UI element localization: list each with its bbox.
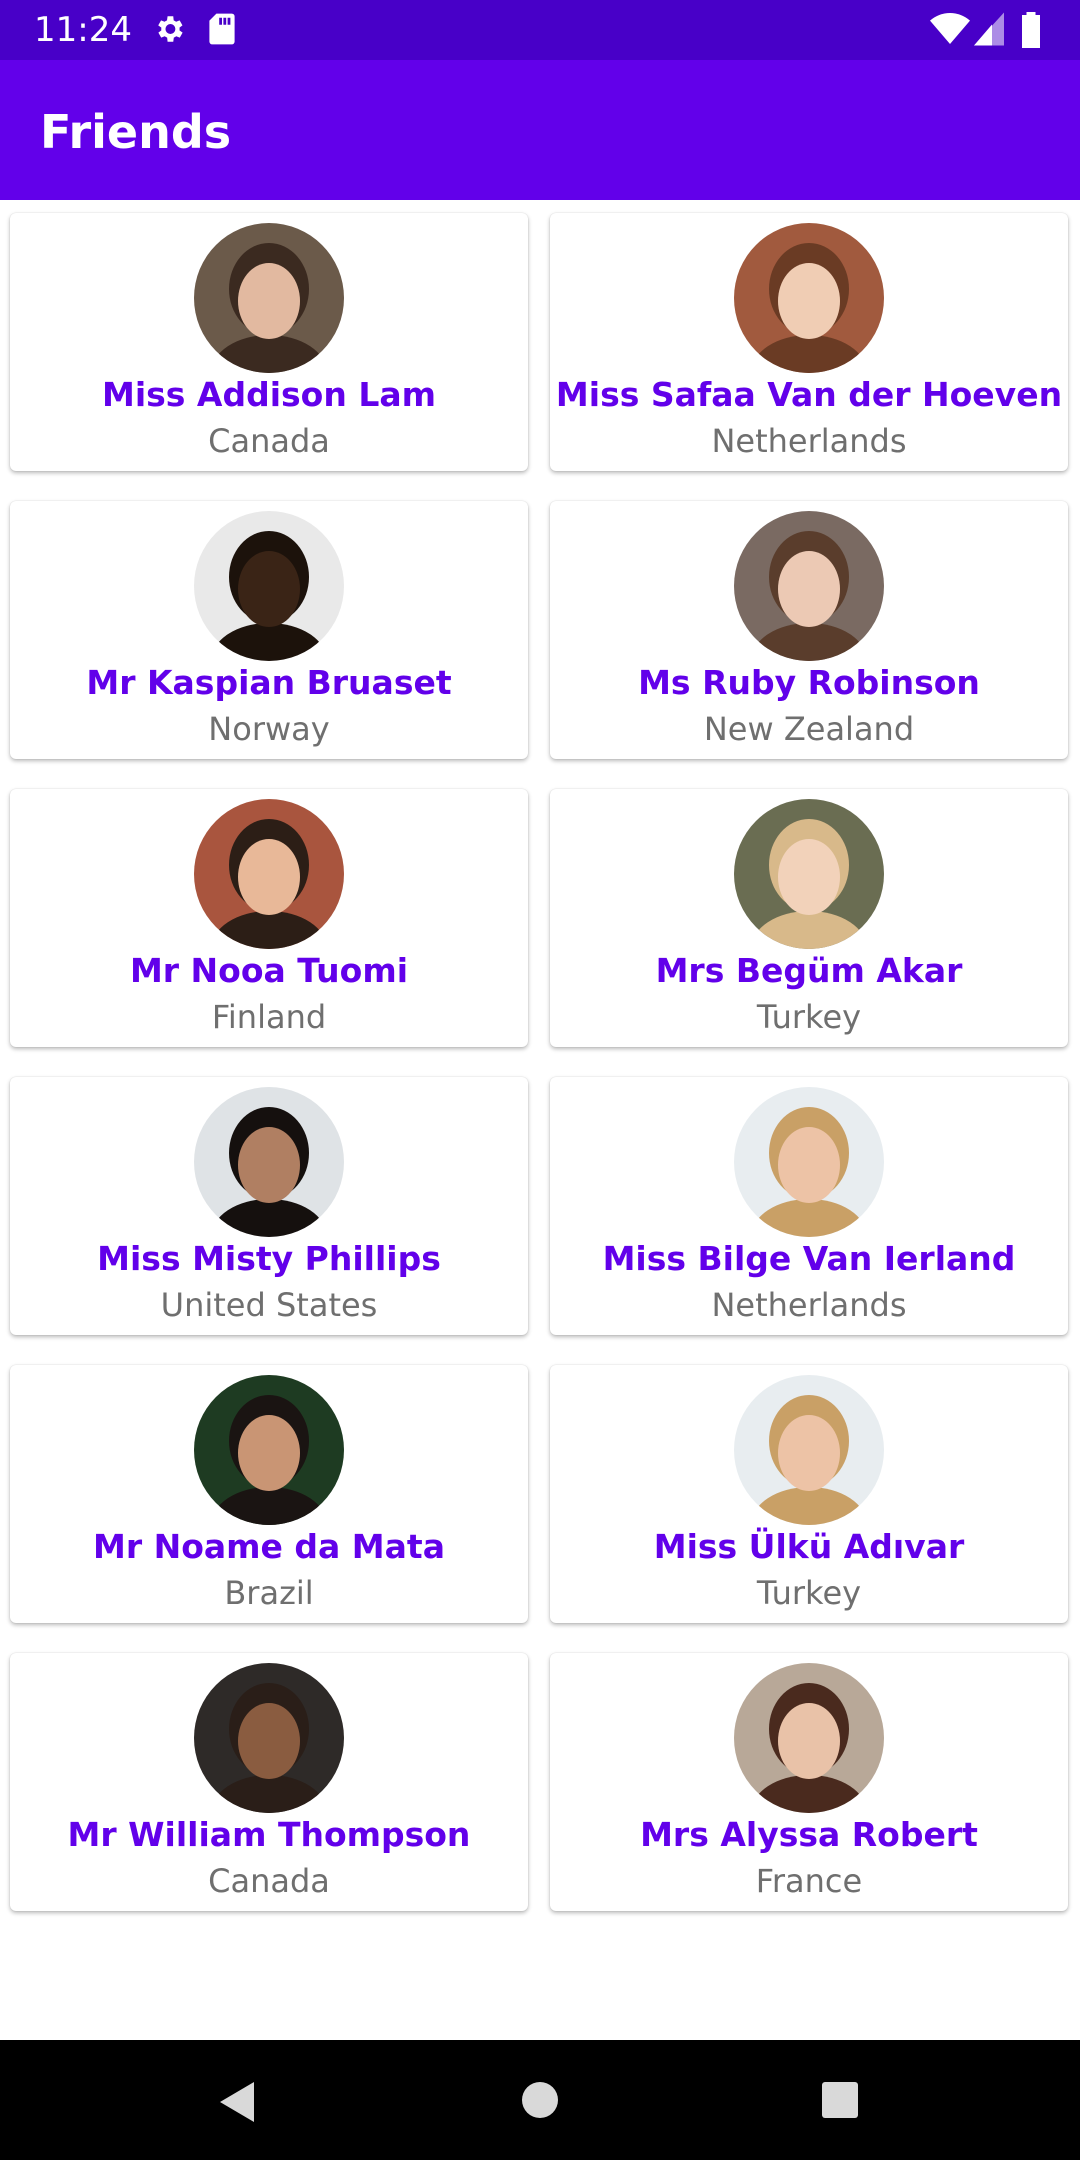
recents-square-icon[interactable] [820,2080,860,2124]
status-bar: 11:24 [0,0,1080,60]
friend-country: Finland [211,998,327,1036]
friend-name: Mr Noame da Mata [93,1527,445,1566]
friend-name: Miss Bilge Van Ierland [602,1239,1016,1278]
friend-country: Canada [208,1862,330,1900]
friend-name: Mr Kaspian Bruaset [86,663,452,702]
friends-grid: Miss Addison Lam Canada Miss Safaa Van d… [0,200,1080,2040]
friend-name: Miss Ülkü Adıvar [653,1527,965,1566]
friend-card[interactable]: Mrs Alyssa Robert France [550,1653,1068,1911]
app-bar: Friends [0,60,1080,200]
sd-card-icon [208,12,236,50]
status-time: 11:24 [34,10,132,50]
friend-country: Netherlands [711,1286,907,1324]
avatar [194,223,344,373]
navigation-bar [0,2040,1080,2160]
friend-country: Turkey [756,1574,862,1612]
avatar [194,1375,344,1525]
friend-name: Mr William Thompson [67,1815,471,1854]
signal-icon [974,12,1004,50]
friend-card[interactable]: Mr William Thompson Canada [10,1653,528,1911]
friend-card[interactable]: Miss Addison Lam Canada [10,213,528,471]
friend-card[interactable]: Ms Ruby Robinson New Zealand [550,501,1068,759]
battery-icon [1020,12,1042,52]
wifi-icon [930,12,970,50]
friend-country: Netherlands [711,422,907,460]
avatar [734,1663,884,1813]
friend-card[interactable]: Miss Misty Phillips United States [10,1077,528,1335]
home-circle-icon[interactable] [520,2080,560,2124]
friend-country: Canada [208,422,330,460]
friend-card[interactable]: Miss Bilge Van Ierland Netherlands [550,1077,1068,1335]
settings-icon [152,12,186,50]
avatar [734,1375,884,1525]
avatar [194,1087,344,1237]
friend-name: Miss Addison Lam [102,375,436,414]
friend-name: Ms Ruby Robinson [638,663,980,702]
friend-name: Mrs Begüm Akar [655,951,963,990]
back-triangle-icon[interactable] [216,2080,256,2128]
friend-country: New Zealand [703,710,915,748]
friend-country: United States [160,1286,378,1324]
avatar [194,511,344,661]
friend-name: Miss Misty Phillips [97,1239,441,1278]
page-title: Friends [40,105,232,159]
friend-card[interactable]: Mr Nooa Tuomi Finland [10,789,528,1047]
friend-card[interactable]: Miss Ülkü Adıvar Turkey [550,1365,1068,1623]
friend-name: Miss Safaa Van der Hoeven [555,375,1063,414]
friend-country: Norway [208,710,330,748]
friend-name: Mr Nooa Tuomi [129,951,409,990]
friend-country: France [755,1862,863,1900]
avatar [734,223,884,373]
friend-card[interactable]: Mr Noame da Mata Brazil [10,1365,528,1623]
avatar [734,511,884,661]
friend-card[interactable]: Mr Kaspian Bruaset Norway [10,501,528,759]
avatar [194,799,344,949]
friend-country: Turkey [756,998,862,1036]
avatar [734,799,884,949]
friend-country: Brazil [224,1574,314,1612]
friend-card[interactable]: Miss Safaa Van der Hoeven Netherlands [550,213,1068,471]
friend-card[interactable]: Mrs Begüm Akar Turkey [550,789,1068,1047]
friend-name: Mrs Alyssa Robert [640,1815,978,1854]
avatar [194,1663,344,1813]
avatar [734,1087,884,1237]
